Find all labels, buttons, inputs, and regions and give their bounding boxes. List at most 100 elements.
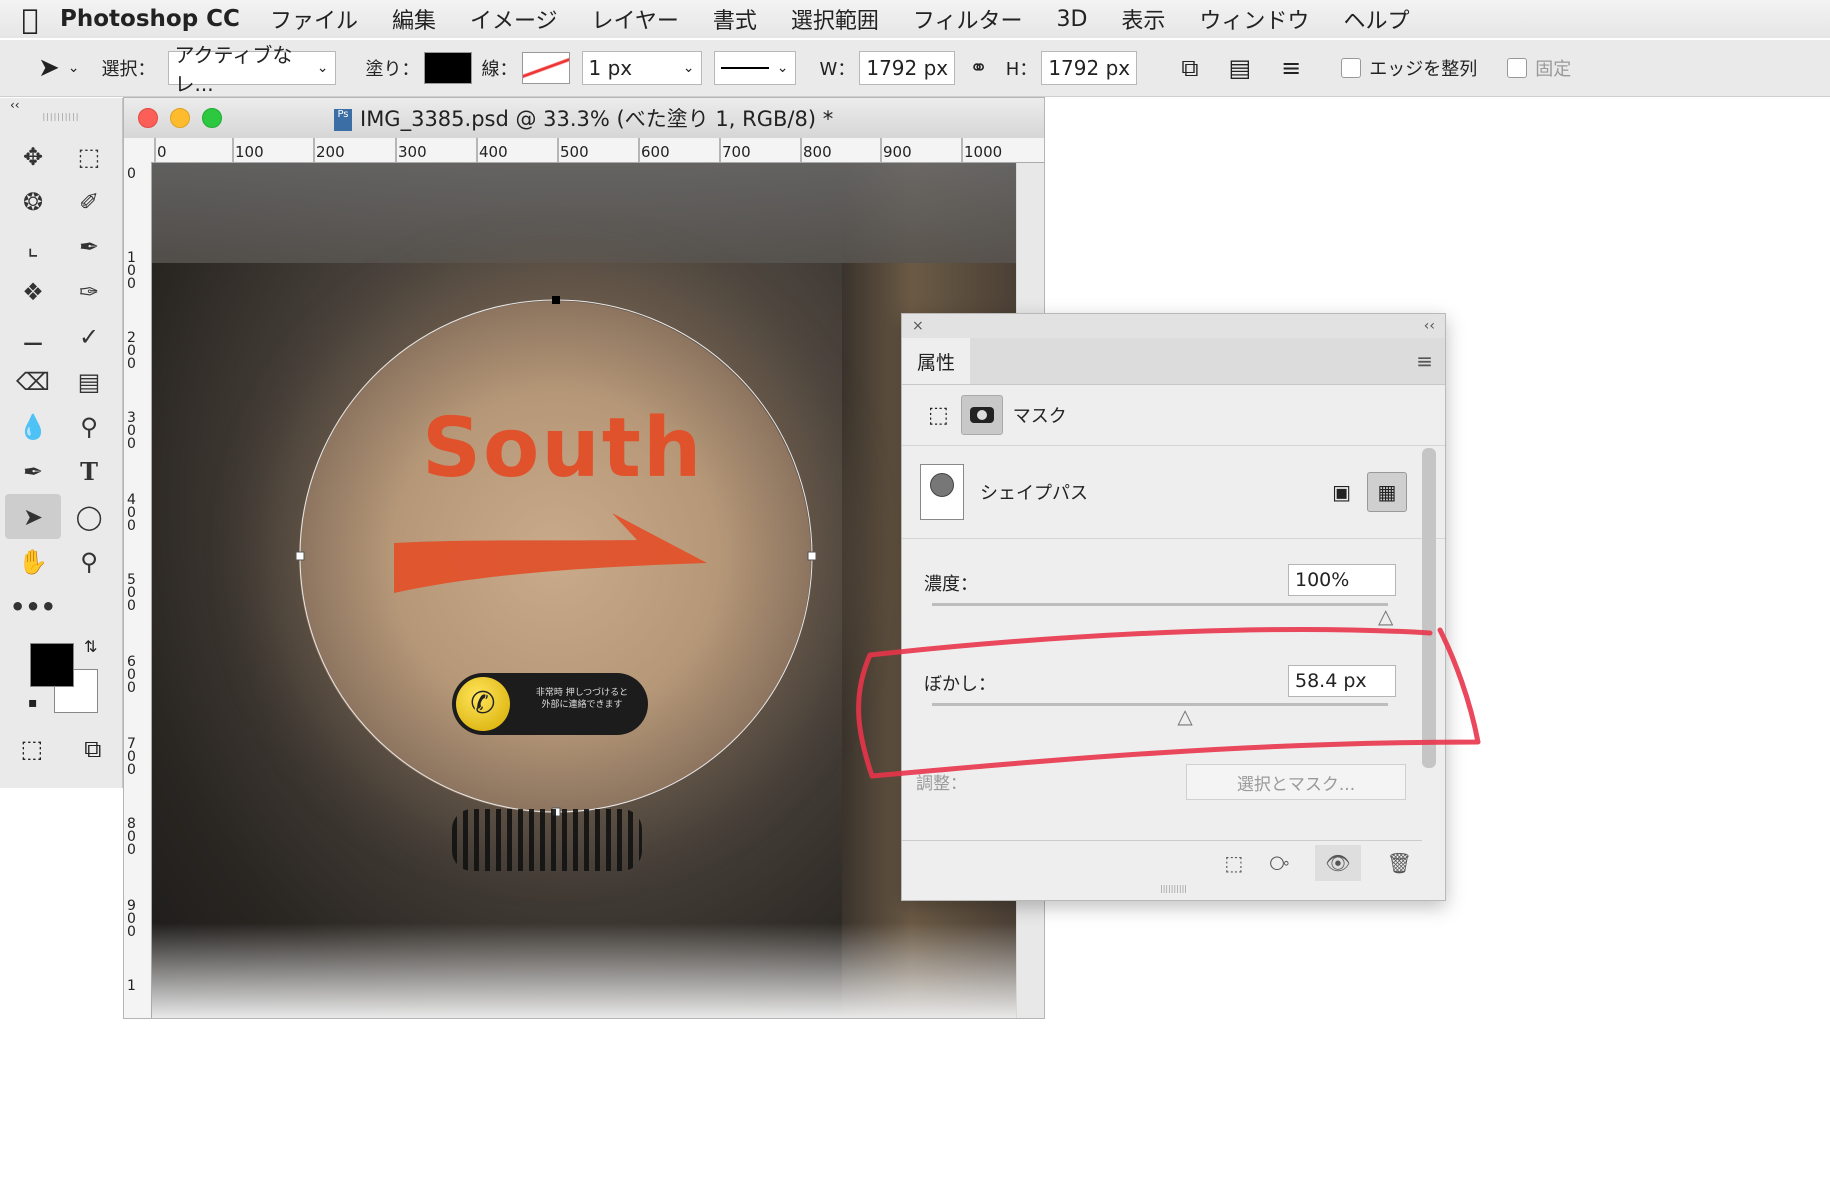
vector-mask-icon[interactable]: ⬚ bbox=[928, 403, 949, 428]
chevron-down-icon[interactable]: ⌄ bbox=[683, 60, 695, 76]
quick-mask-icon[interactable]: ⬚ bbox=[21, 735, 44, 763]
eraser-tool-icon[interactable]: ⌫ bbox=[5, 359, 61, 404]
stroke-label: 線： bbox=[481, 59, 518, 80]
blur-tool-icon[interactable]: 💧 bbox=[5, 404, 61, 449]
close-icon[interactable]: × bbox=[912, 318, 924, 334]
app-menu[interactable]: Photoshop CC bbox=[60, 6, 240, 32]
screen-mode-icon[interactable]: ⧉ bbox=[84, 735, 101, 763]
quick-select-tool-icon[interactable]: ✐ bbox=[61, 179, 117, 224]
brush-tool-icon[interactable]: ✑ bbox=[61, 269, 117, 314]
close-window-button[interactable] bbox=[138, 108, 158, 128]
path-selection-tool-icon[interactable]: ➤ bbox=[5, 494, 61, 539]
checkbox[interactable] bbox=[1507, 58, 1528, 78]
path-alignment-icon[interactable]: ▤ bbox=[1228, 54, 1251, 82]
dodge-tool-icon[interactable]: ⚲ bbox=[61, 404, 117, 449]
mask-header: ⬚ マスク bbox=[902, 385, 1445, 446]
tools-grip[interactable]: |||||||||| bbox=[0, 112, 122, 126]
feather-label: ぼかし： bbox=[924, 674, 996, 695]
panel-scrollbar[interactable] bbox=[1422, 448, 1436, 768]
marquee-tool-icon[interactable]: ⬚ bbox=[61, 134, 117, 179]
gradient-tool-icon[interactable]: ▤ bbox=[61, 359, 117, 404]
ruler-label: 300 bbox=[398, 143, 427, 161]
minimize-window-button[interactable] bbox=[170, 108, 190, 128]
adjust-label: 調整： bbox=[916, 774, 967, 794]
feather-slider[interactable] bbox=[932, 703, 1388, 706]
load-selection-icon[interactable]: ⬚ bbox=[1224, 851, 1243, 875]
tab-properties[interactable]: 属性 bbox=[902, 338, 971, 384]
menu-type[interactable]: 書式 bbox=[713, 3, 757, 35]
zoom-tool-icon[interactable]: ⚲ bbox=[61, 539, 117, 584]
type-tool-icon[interactable]: T bbox=[61, 449, 117, 494]
default-colors-icon[interactable]: ▪ bbox=[28, 695, 38, 711]
apply-mask-icon[interactable]: ▣ bbox=[1332, 480, 1351, 504]
stroke-style-dropdown[interactable]: ⌄ bbox=[713, 51, 796, 85]
ruler-label: 1 bbox=[127, 978, 136, 994]
menu-image[interactable]: イメージ bbox=[470, 3, 558, 35]
hand-tool-icon[interactable]: ✋ bbox=[5, 539, 61, 584]
panel-menu-icon[interactable]: ≡ bbox=[1416, 349, 1433, 373]
more-tools-icon[interactable]: ••• bbox=[5, 584, 61, 629]
feather-slider-thumb[interactable]: △ bbox=[1177, 704, 1192, 728]
density-field[interactable]: 100% bbox=[1288, 564, 1396, 596]
height-field[interactable]: 1792 px bbox=[1041, 51, 1138, 85]
width-field[interactable]: 1792 px bbox=[859, 51, 956, 85]
menu-window[interactable]: ウィンドウ bbox=[1199, 3, 1309, 35]
eye-icon[interactable]: 👁 bbox=[1315, 844, 1361, 881]
menu-3d[interactable]: 3D bbox=[1056, 7, 1087, 32]
path-select-tool-icon[interactable]: ➤ ⌄ bbox=[38, 53, 80, 83]
checkbox[interactable] bbox=[1341, 58, 1362, 78]
healing-brush-tool-icon[interactable]: ❖ bbox=[5, 269, 61, 314]
menu-edit[interactable]: 編集 bbox=[392, 3, 436, 35]
collapse-panel-icon[interactable]: ‹‹ bbox=[1424, 318, 1435, 334]
menu-view[interactable]: 表示 bbox=[1121, 3, 1165, 35]
feather-field[interactable]: 58.4 px bbox=[1288, 665, 1396, 697]
shape-path-thumbnail[interactable] bbox=[920, 464, 964, 520]
density-slider[interactable] bbox=[932, 603, 1388, 606]
menu-file[interactable]: ファイル bbox=[270, 3, 358, 35]
stroke-swatch[interactable] bbox=[521, 52, 570, 84]
select-mode-dropdown[interactable]: アクティブなレ... ⌄ bbox=[167, 43, 336, 96]
link-icon[interactable]: ⚭ bbox=[969, 56, 987, 81]
menu-select[interactable]: 選択範囲 bbox=[791, 3, 879, 35]
eyedropper-tool-icon[interactable]: ✒ bbox=[61, 224, 117, 269]
phone-icon: ✆ bbox=[456, 677, 510, 731]
stroke-width-value: 1 px bbox=[588, 56, 633, 80]
constrain-checkbox[interactable]: 固定 bbox=[1507, 55, 1571, 81]
lasso-tool-icon[interactable]: ❂ bbox=[5, 179, 61, 224]
pen-tool-icon[interactable]: ✒ bbox=[5, 449, 61, 494]
collapse-tools-icon[interactable]: ‹‹ bbox=[0, 98, 122, 112]
ruler-label: 400 bbox=[479, 143, 508, 161]
panel-grip[interactable]: |||||||||| bbox=[902, 884, 1445, 898]
zoom-window-button[interactable] bbox=[202, 108, 222, 128]
document-title-bar: Ps IMG_3385.psd @ 33.3% (べた塗り 1, RGB/8) * bbox=[124, 98, 1044, 138]
crop-tool-icon[interactable]: ⌞ bbox=[5, 224, 61, 269]
menu-help[interactable]: ヘルプ bbox=[1343, 3, 1409, 35]
move-tool-icon[interactable]: ✥ bbox=[5, 134, 61, 179]
intercom-text-line1: 非常時 押しつづけると bbox=[535, 688, 629, 698]
trash-icon[interactable]: 🗑 bbox=[1387, 851, 1412, 875]
vertical-ruler[interactable]: 0 100 200 300 400 500 600 700 800 900 1 bbox=[124, 162, 152, 1018]
clone-stamp-tool-icon[interactable]: ⚊ bbox=[5, 314, 61, 359]
swap-colors-icon[interactable]: ⇅ bbox=[84, 637, 97, 656]
path-operations-icon[interactable]: ⧉ bbox=[1181, 54, 1198, 82]
ellipse-tool-icon[interactable]: ◯ bbox=[61, 494, 117, 539]
fill-swatch[interactable] bbox=[423, 52, 472, 84]
menu-layer[interactable]: レイヤー bbox=[592, 3, 679, 35]
density-slider-thumb[interactable]: △ bbox=[1378, 604, 1393, 628]
select-path-icon[interactable]: ▦ bbox=[1367, 472, 1407, 512]
intercom-button: ✆ 非常時 押しつづけると 外部に連絡できます bbox=[452, 673, 648, 735]
align-edges-checkbox[interactable]: エッジを整列 bbox=[1341, 55, 1477, 81]
apply-mask-icon[interactable]: ⧂ bbox=[1269, 851, 1289, 875]
constrain-label: 固定 bbox=[1535, 59, 1572, 80]
horizontal-ruler[interactable]: 0 100 200 300 400 500 600 700 800 900 10… bbox=[124, 138, 1044, 163]
stroke-width-field[interactable]: 1 px ⌄ bbox=[581, 51, 702, 85]
history-brush-tool-icon[interactable]: ✓ bbox=[61, 314, 117, 359]
path-arrangement-icon[interactable]: ≡ bbox=[1281, 54, 1301, 82]
document-canvas[interactable]: South ✆ 非常時 押しつづけると 外部に連絡できます bbox=[152, 163, 1016, 1018]
menu-filter[interactable]: フィルター bbox=[913, 3, 1023, 35]
speaker-grill bbox=[452, 809, 642, 871]
pixel-mask-icon[interactable] bbox=[960, 395, 1003, 435]
select-and-mask-button[interactable]: 選択とマスク... bbox=[1186, 764, 1406, 800]
apple-icon[interactable]:  bbox=[0, 3, 60, 36]
foreground-color-swatch[interactable] bbox=[30, 643, 74, 687]
